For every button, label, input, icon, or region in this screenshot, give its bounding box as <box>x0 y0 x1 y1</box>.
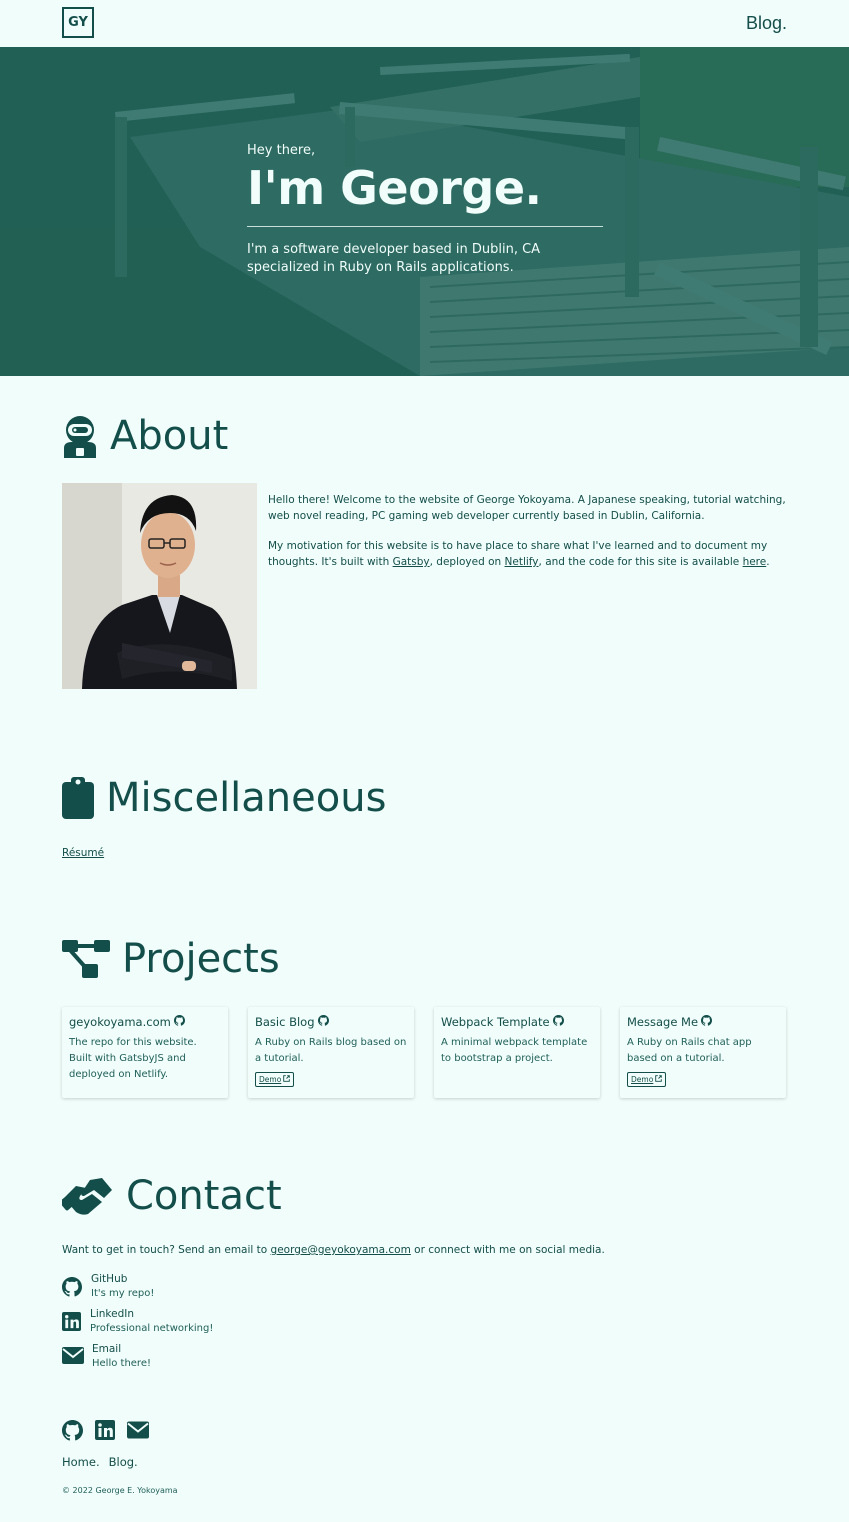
contact-intro-text: Want to get in touch? Send an email to <box>62 1244 271 1256</box>
clipboard-icon <box>62 777 94 819</box>
contact-heading: Contact <box>62 1172 282 1220</box>
footer-github-icon[interactable] <box>62 1420 83 1445</box>
project-title[interactable]: geyokoyama.com <box>69 1015 221 1029</box>
contact-item-linkedin[interactable]: LinkedIn Professional networking! <box>62 1308 213 1334</box>
hero-name: I'm George. <box>247 161 542 215</box>
footer-home-link[interactable]: Home. <box>62 1455 100 1469</box>
project-name[interactable]: Message Me <box>627 1015 698 1029</box>
nav-blog-link[interactable]: Blog. <box>746 13 787 34</box>
hero-banner: Hey there, I'm George. I'm a software de… <box>0 47 849 376</box>
about-paragraph-2: My motivation for this website is to hav… <box>268 538 790 570</box>
footer-social-icons <box>62 1420 149 1445</box>
astronaut-icon <box>62 415 98 458</box>
github-icon <box>62 1273 91 1299</box>
misc-heading: Miscellaneous <box>62 774 386 822</box>
about-title: About <box>110 413 229 459</box>
contact-intro: Want to get in touch? Send an email to g… <box>62 1244 605 1256</box>
project-card: Webpack Template A minimal webpack templ… <box>434 1007 600 1098</box>
projects-title: Projects <box>122 936 280 982</box>
project-title[interactable]: Webpack Template <box>441 1015 593 1029</box>
envelope-icon <box>62 1343 92 1369</box>
footer-links: Home. Blog. <box>62 1455 138 1469</box>
hero-text: Hey there, I'm George. I'm a software de… <box>247 143 607 277</box>
about-text-segment: , deployed on <box>429 556 505 568</box>
contact-item-github[interactable]: GitHub It's my repo! <box>62 1273 154 1299</box>
netlify-link[interactable]: Netlify <box>505 556 539 568</box>
github-icon[interactable] <box>173 1015 185 1029</box>
external-link-icon <box>655 1075 663 1084</box>
misc-title: Miscellaneous <box>106 775 387 821</box>
email-link[interactable]: george@geyokoyama.com <box>271 1244 411 1256</box>
project-name[interactable]: Webpack Template <box>441 1015 550 1029</box>
projects-heading: Projects <box>62 935 280 983</box>
project-description: A Ruby on Rails blog based on a tutorial… <box>255 1037 407 1064</box>
demo-button[interactable]: Demo <box>627 1072 667 1087</box>
hero-description: I'm a software developer based in Dublin… <box>247 242 541 275</box>
github-icon[interactable] <box>701 1015 713 1029</box>
footer-envelope-icon[interactable] <box>127 1420 149 1445</box>
footer-blog-link[interactable]: Blog. <box>109 1455 138 1469</box>
project-card: Message Me A Ruby on Rails chat app base… <box>620 1007 786 1098</box>
about-text-segment: . <box>766 556 770 568</box>
hero-greeting: Hey there, <box>247 143 316 158</box>
contact-intro-text: or connect with me on social media. <box>410 1244 605 1256</box>
about-text: Hello there! Welcome to the website of G… <box>268 492 790 570</box>
external-link-icon <box>283 1075 291 1084</box>
project-title[interactable]: Basic Blog <box>255 1015 407 1029</box>
gatsby-link[interactable]: Gatsby <box>393 556 430 568</box>
contact-label: GitHub <box>91 1273 128 1285</box>
contact-title: Contact <box>126 1173 282 1219</box>
demo-button[interactable]: Demo <box>255 1072 295 1087</box>
profile-photo <box>62 483 257 689</box>
project-diagram-icon <box>62 940 110 978</box>
hero-divider <box>247 226 603 227</box>
about-paragraph-1: Hello there! Welcome to the website of G… <box>268 494 786 522</box>
footer-linkedin-icon[interactable] <box>95 1420 115 1445</box>
project-title[interactable]: Message Me <box>627 1015 779 1029</box>
project-description: The repo for this website. Built with Ga… <box>69 1037 197 1080</box>
demo-label: Demo <box>259 1075 282 1084</box>
project-name[interactable]: geyokoyama.com <box>69 1015 171 1029</box>
github-icon[interactable] <box>317 1015 329 1029</box>
project-name[interactable]: Basic Blog <box>255 1015 315 1029</box>
project-card: geyokoyama.com The repo for this website… <box>62 1007 228 1098</box>
demo-label: Demo <box>631 1075 654 1084</box>
contact-label: LinkedIn <box>90 1308 135 1320</box>
logo-home-link[interactable]: GY <box>62 7 94 38</box>
github-icon[interactable] <box>552 1015 564 1029</box>
copyright: © 2022 George E. Yokoyama <box>62 1486 178 1495</box>
linkedin-icon <box>62 1308 90 1334</box>
project-card: Basic Blog A Ruby on Rails blog based on… <box>248 1007 414 1098</box>
about-text-segment: , and the code for this site is availabl… <box>538 556 743 568</box>
top-nav: GY Blog. <box>0 0 849 47</box>
project-description: A minimal webpack template to bootstrap … <box>441 1037 588 1064</box>
contact-item-email[interactable]: Email Hello there! <box>62 1343 151 1369</box>
project-description: A Ruby on Rails chat app based on a tuto… <box>627 1037 752 1064</box>
handshake-icon <box>62 1176 114 1216</box>
contact-sublabel: Professional networking! <box>90 1323 214 1334</box>
contact-sublabel: Hello there! <box>92 1358 151 1369</box>
contact-sublabel: It's my repo! <box>91 1288 155 1299</box>
contact-label: Email <box>92 1343 122 1355</box>
resume-link[interactable]: Résumé <box>62 847 104 859</box>
source-code-link[interactable]: here <box>743 556 767 568</box>
about-heading: About <box>62 412 228 460</box>
